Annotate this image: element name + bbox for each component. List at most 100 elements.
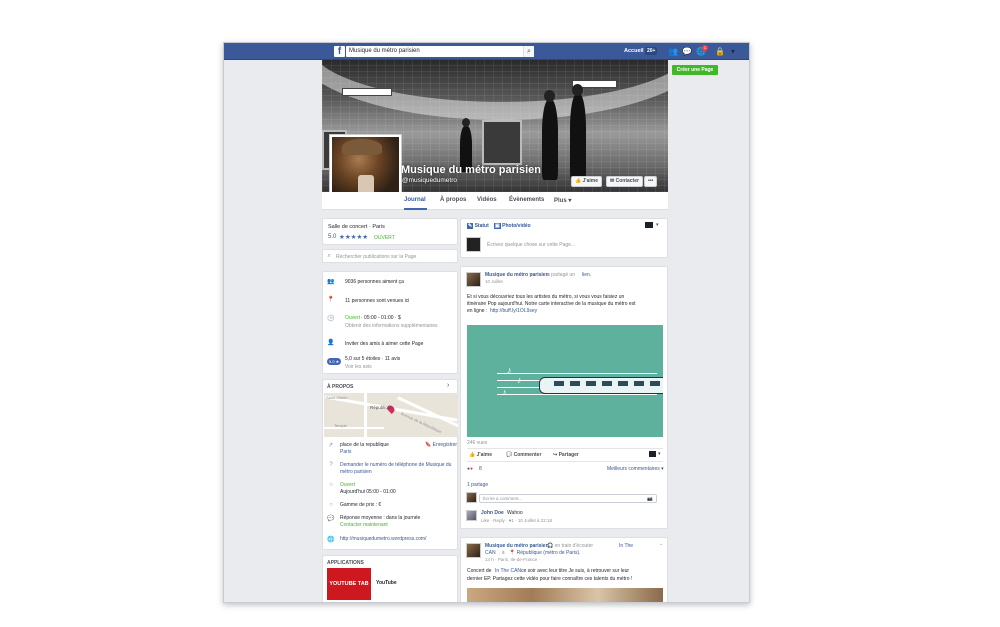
view-count: 246 vues (467, 440, 488, 446)
tab-more[interactable]: Plus ▾ (554, 197, 571, 204)
directions-icon: ↱ (328, 443, 334, 449)
composer-input[interactable]: Écrivez quelque chose sur cette Page... (487, 242, 575, 248)
page-category: Salle de concert · Paris (328, 224, 385, 230)
page-stats-card: 👥 9036 personnes aiment ça 📍 11 personne… (322, 271, 458, 374)
about-card: À PROPOS › Saint-Martin République Templ… (322, 379, 458, 550)
account-menu-chevron-down-icon[interactable]: ▾ (728, 47, 738, 56)
pencil-icon: ✎ (467, 223, 474, 229)
active-tab-indicator (404, 208, 427, 210)
composer-status-tab[interactable]: ✎ Statut (467, 223, 489, 229)
chevron-down-icon[interactable]: ▾ (656, 222, 659, 228)
address-line-1: place de la republique (340, 442, 389, 448)
post-text: Concert de (467, 568, 492, 574)
friend-requests-icon[interactable]: 👥 (668, 47, 678, 56)
post-date[interactable]: 10 Juillet (485, 279, 503, 284)
musician-figure (570, 94, 586, 180)
clock-icon: 🕒 (327, 316, 335, 322)
rating-stars[interactable]: ★★★★★ (339, 233, 368, 241)
page-tabs: Journal À propos Vidéos Évènements Plus … (322, 192, 668, 210)
author-avatar[interactable] (466, 272, 481, 287)
page-avatar-icon[interactable] (645, 222, 653, 228)
chevron-right-icon[interactable]: › (447, 382, 449, 389)
shares-count[interactable]: 1 partage (467, 482, 488, 488)
page-search-card[interactable]: ⌕ Rechercher publications sur la Page (322, 249, 458, 263)
contact-now-link[interactable]: Contacter maintenant (340, 522, 388, 528)
youtube-tab-thumbnail[interactable]: YOUTUBE TAB (327, 568, 371, 600)
post-link[interactable]: http://buff.ly/1OL9sey (490, 308, 537, 314)
home-link[interactable]: Accueil (624, 48, 644, 54)
request-phone-link-cont[interactable]: métro parisien (340, 469, 372, 475)
more-info-link[interactable]: Obtenir des informations supplémentaires (345, 323, 438, 329)
tab-events[interactable]: Évènements (509, 197, 544, 203)
applications-title: APPLICATIONS (327, 560, 364, 566)
save-location-button[interactable]: 🔖 Enregistrer (425, 442, 457, 448)
comment-meta[interactable]: Like · Reply · ♥1 · 10 Juillet à 22:18 (481, 518, 552, 523)
comment-author[interactable]: John Doe (481, 510, 504, 516)
request-phone-link[interactable]: Demander le numéro de téléphone de Musiq… (340, 462, 451, 468)
question-icon: ? (329, 462, 333, 468)
page-handle: @musiquedumetro (402, 177, 458, 184)
place-link[interactable]: 📍 République (métro de Paris). (509, 550, 581, 556)
post-author[interactable]: Musique du métro parisien (485, 272, 549, 278)
like-button[interactable]: 👍 J'aime (469, 452, 492, 458)
likes-icon: 👥 (327, 279, 335, 285)
post-video-thumbnail[interactable]: ♪ ♪ ♪ (467, 325, 663, 437)
create-page-button[interactable]: Créer une Page (672, 65, 718, 75)
invite-friends-icon: 👤 (327, 340, 335, 346)
chevron-down-icon[interactable]: ▾ (658, 451, 661, 457)
top-comments-dropdown[interactable]: Meilleurs commentaires ▾ (607, 466, 664, 472)
tab-videos[interactable]: Vidéos (477, 197, 497, 203)
post-activity-link[interactable]: In The (619, 543, 633, 549)
commenter-avatar[interactable] (466, 510, 477, 521)
more-options-button[interactable]: ••• (644, 176, 658, 187)
see-reviews-link[interactable]: Voir les avis (345, 364, 372, 370)
rating-value[interactable]: 5.0 (328, 234, 336, 240)
location-map[interactable]: Saint-Martin République Temple Avenue de… (324, 393, 458, 437)
share-button[interactable]: ↪ Partager (553, 452, 579, 458)
camera-icon[interactable]: 📷 (647, 495, 653, 502)
artist-link[interactable]: CAN (485, 550, 496, 556)
photo-icon: ▣ (494, 223, 501, 229)
price-range: Gamme de prix : € (340, 502, 382, 508)
rating-summary: 5,0 sur 5 étoiles · 11 avis (345, 356, 401, 362)
open-label: Ouvert (340, 482, 356, 488)
search-icon[interactable]: ⌕ (523, 46, 534, 57)
chat-icon: 💬 (327, 516, 335, 522)
musician-head (462, 118, 470, 127)
privacy-shortcuts-icon[interactable]: 🔒 (715, 47, 725, 56)
page-search-input[interactable]: Rechercher publications sur la Page (336, 254, 416, 260)
like-page-button[interactable]: 👍 J'aime (571, 176, 602, 187)
globe-icon: 🌐 (327, 537, 335, 543)
post-meta[interactable]: 14 h · Paris, Ile-de-France · (485, 557, 540, 562)
thumbs-up-icon: 👍 (575, 178, 582, 184)
browser-frame: f Musique du métro parisien ⌕ Accueil 20… (223, 42, 750, 603)
rating-badge: 5.0 ★ (327, 358, 342, 365)
post-video-thumbnail[interactable] (467, 588, 663, 602)
comment-button[interactable]: 💬 Commenter (506, 452, 541, 458)
composer-photo-tab[interactable]: ▣ Photo/vidéo (494, 223, 531, 229)
messages-icon[interactable]: 💬 (682, 47, 692, 56)
price-icon: ○ (329, 502, 333, 508)
post-text-link[interactable]: In The CAN (495, 568, 521, 574)
post-text: ce soir avec leur titre Je suis, à retro… (521, 568, 630, 574)
comment-icon: 💬 (506, 452, 513, 458)
page-avatar-icon[interactable] (649, 451, 656, 457)
chevron-down-icon[interactable]: ⌄ (659, 541, 663, 547)
tab-about[interactable]: À propos (440, 197, 466, 203)
address-city[interactable]: Paris (340, 449, 351, 455)
comment-input[interactable]: Écrire a comment... 📷 (479, 494, 657, 503)
post-text: itinéraire Pop aujourd'hui. Notre carte … (467, 301, 636, 307)
clock-icon: ○ (329, 482, 333, 488)
post-author[interactable]: Musique du métro parisien (485, 543, 549, 549)
facebook-logo-icon[interactable]: f (334, 46, 345, 57)
website-link[interactable]: http://musiquedumetro.wordpress.com/ (340, 536, 426, 542)
search-input[interactable]: Musique du métro parisien (346, 46, 534, 57)
contact-button[interactable]: ✉ Contacter (606, 176, 643, 187)
reactions-count[interactable]: 8 (479, 466, 482, 472)
invite-friends-link[interactable]: Inviter des amis à aimer cette Page (345, 341, 423, 347)
tab-journal[interactable]: Journal (404, 197, 426, 203)
post-action-link[interactable]: lien. (582, 272, 591, 278)
author-avatar[interactable] (466, 543, 481, 558)
youtube-app-link[interactable]: YouTube (376, 580, 397, 586)
reaction-icons[interactable]: ●● (467, 466, 473, 472)
